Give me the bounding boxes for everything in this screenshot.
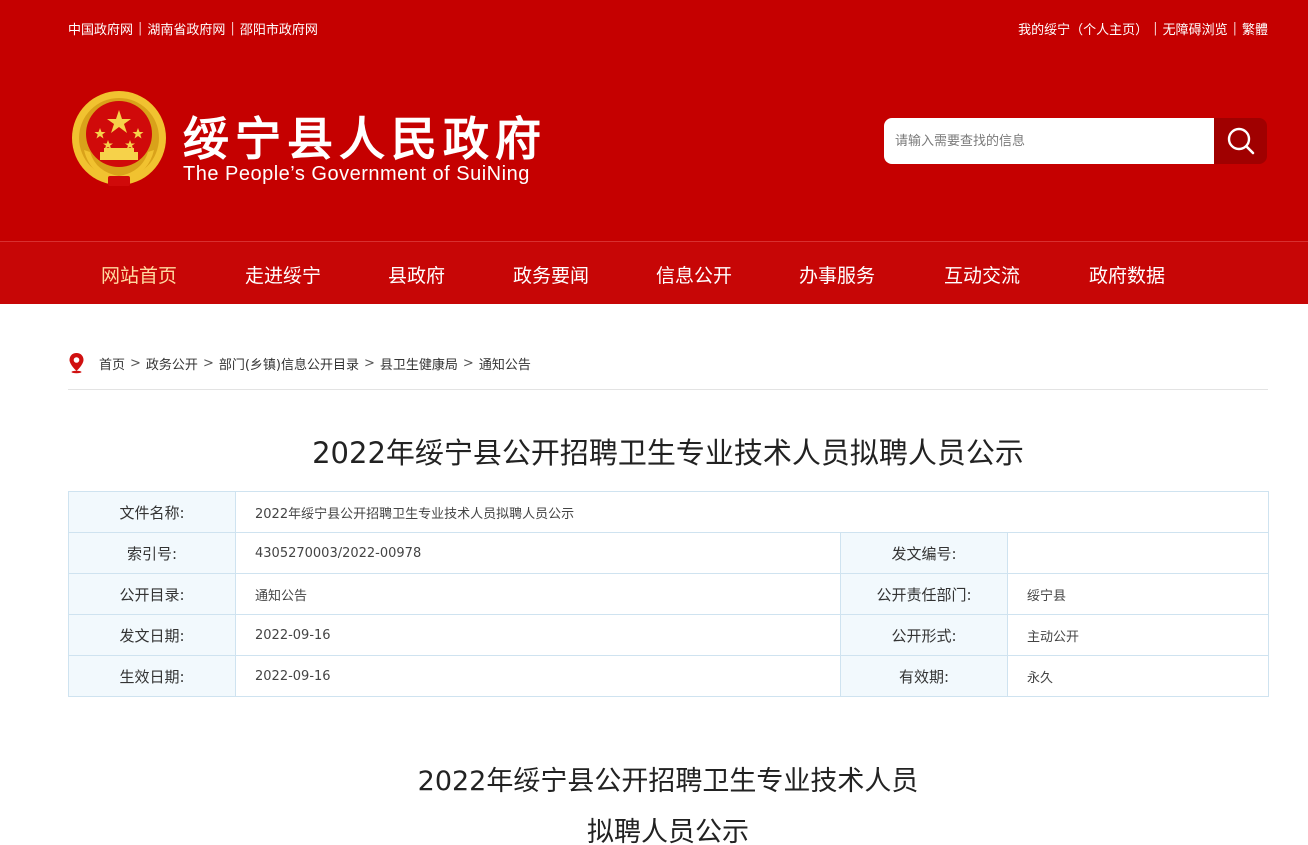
breadcrumb-gov-affairs[interactable]: 政务公开: [146, 354, 198, 373]
top-links-right: 我的绥宁（个人主页） | 无障碍浏览 | 繁體: [1018, 19, 1268, 38]
table-row: 公开目录: 通知公告 公开责任部门: 绥宁县: [68, 573, 1269, 615]
meta-label: 发文日期:: [68, 614, 236, 656]
meta-issue-date: 2022-09-16: [235, 614, 841, 656]
nav-services[interactable]: 办事服务: [799, 261, 875, 288]
link-gov-hunan[interactable]: 湖南省政府网: [147, 19, 225, 38]
search-button[interactable]: [1214, 118, 1267, 164]
meta-index-number: 4305270003/2022-00978: [235, 532, 841, 574]
top-separator: |: [138, 21, 143, 36]
meta-effective-date: 2022-09-16: [235, 655, 841, 697]
nav-about-suining[interactable]: 走进绥宁: [245, 261, 321, 288]
document-meta-table: 文件名称: 2022年绥宁县公开招聘卫生专业技术人员拟聘人员公示 索引号: 43…: [68, 491, 1269, 697]
national-emblem-icon: [72, 91, 166, 186]
search-icon: [1227, 127, 1254, 155]
meta-label: 有效期:: [840, 655, 1008, 697]
body-title-line-1: 2022年绥宁县公开招聘卫生专业技术人员: [417, 766, 919, 797]
nav-interaction[interactable]: 互动交流: [944, 261, 1020, 288]
article-title: 2022年绥宁县公开招聘卫生专业技术人员拟聘人员公示: [312, 436, 1024, 470]
meta-validity: 永久: [1007, 655, 1269, 697]
nav-home[interactable]: 网站首页: [101, 261, 177, 288]
link-traditional-chinese[interactable]: 繁體: [1242, 19, 1268, 38]
meta-disclosure-form: 主动公开: [1007, 614, 1269, 656]
body-title-line-2: 拟聘人员公示: [587, 817, 749, 845]
site-subtitle: The People’s Government of SuiNing: [183, 163, 530, 185]
site-title: 绥宁县人民政府: [183, 112, 547, 166]
site-header: 中国政府网 | 湖南省政府网 | 邵阳市政府网 我的绥宁（个人主页） | 无障碍…: [0, 0, 1308, 241]
link-accessibility[interactable]: 无障碍浏览: [1163, 19, 1228, 38]
meta-label: 公开形式:: [840, 614, 1008, 656]
table-row: 索引号: 4305270003/2022-00978 发文编号:: [68, 532, 1269, 574]
meta-file-name: 2022年绥宁县公开招聘卫生专业技术人员拟聘人员公示: [235, 491, 1269, 533]
meta-catalog: 通知公告: [235, 573, 841, 615]
breadcrumb-health-bureau[interactable]: 县卫生健康局: [380, 354, 458, 373]
search-input[interactable]: [884, 118, 1215, 164]
breadcrumb-separator: >: [130, 355, 141, 371]
divider: [68, 389, 1268, 390]
location-pin-icon: [69, 353, 84, 374]
breadcrumb: 首页 > 政务公开 > 部门(乡镇)信息公开目录 > 县卫生健康局 > 通知公告: [68, 352, 531, 374]
meta-label: 索引号:: [68, 532, 236, 574]
link-my-suining[interactable]: 我的绥宁（个人主页）: [1018, 19, 1148, 38]
meta-department: 绥宁县: [1007, 573, 1269, 615]
top-separator: |: [1232, 21, 1237, 36]
nav-gov-news[interactable]: 政务要闻: [513, 261, 589, 288]
breadcrumb-separator: >: [202, 355, 214, 371]
breadcrumb-dept-catalog[interactable]: 部门(乡镇)信息公开目录: [219, 354, 359, 373]
main-nav: 网站首页 走进绥宁 县政府 政务要闻 信息公开 办事服务 互动交流 政府数据: [0, 241, 1308, 304]
nav-info-disclosure[interactable]: 信息公开: [656, 261, 732, 288]
table-row: 文件名称: 2022年绥宁县公开招聘卫生专业技术人员拟聘人员公示: [68, 491, 1269, 533]
meta-label: 公开目录:: [68, 573, 236, 615]
meta-label: 发文编号:: [840, 532, 1008, 574]
nav-gov-data[interactable]: 政府数据: [1089, 261, 1165, 288]
meta-label: 生效日期:: [68, 655, 236, 697]
breadcrumb-separator: >: [364, 355, 375, 371]
top-separator: |: [230, 21, 235, 36]
link-gov-china[interactable]: 中国政府网: [68, 19, 133, 38]
link-gov-shaoyang[interactable]: 邵阳市政府网: [240, 19, 318, 38]
search-box: [884, 118, 1267, 164]
meta-document-number: [1007, 532, 1269, 574]
breadcrumb-home[interactable]: 首页: [99, 354, 125, 373]
nav-county-gov[interactable]: 县政府: [388, 261, 445, 288]
breadcrumb-separator: >: [462, 355, 474, 371]
breadcrumb-notices[interactable]: 通知公告: [479, 354, 531, 373]
meta-label: 文件名称:: [68, 491, 236, 533]
table-row: 发文日期: 2022-09-16 公开形式: 主动公开: [68, 614, 1269, 656]
table-row: 生效日期: 2022-09-16 有效期: 永久: [68, 655, 1269, 697]
top-separator: |: [1153, 21, 1158, 36]
meta-label: 公开责任部门:: [840, 573, 1008, 615]
top-links-left: 中国政府网 | 湖南省政府网 | 邵阳市政府网: [68, 19, 318, 38]
